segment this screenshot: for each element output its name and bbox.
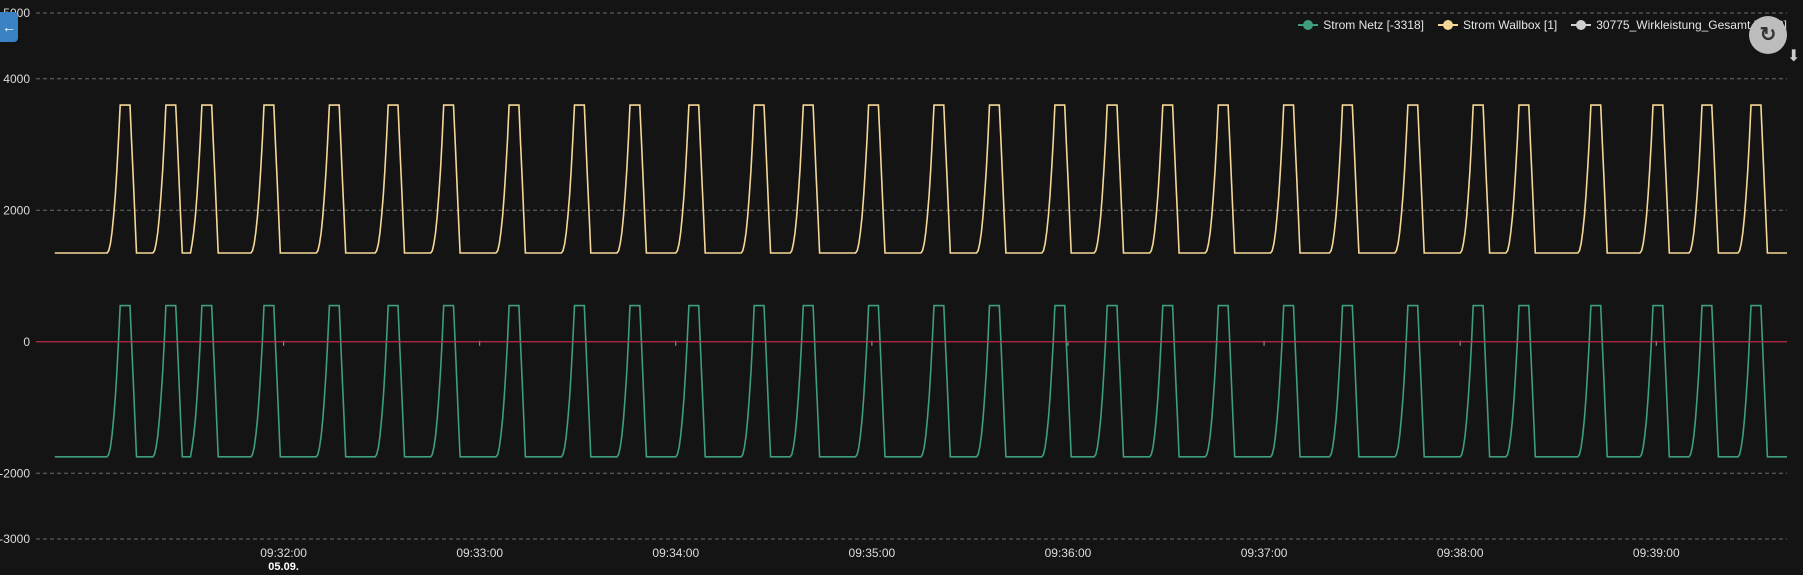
x-tick-label: 09:32:00 [260,546,307,560]
y-tick-label: 2000 [3,203,30,217]
legend-item[interactable]: Strom Wallbox [1] [1437,18,1558,32]
x-tick-label: 09:36:00 [1045,546,1092,560]
back-icon[interactable]: ← [0,12,18,42]
legend-label: Strom Wallbox [1] [1462,18,1558,32]
download-icon[interactable]: ⬇ [1787,46,1803,66]
y-tick-label: 0 [23,335,30,349]
y-tick-label: 4000 [3,72,30,86]
x-tick-label: 09:38:00 [1437,546,1484,560]
y-tick-label: -2000 [0,466,30,480]
legend-swatch [1571,20,1592,30]
chart-canvas: -3000-2000020004000500009:32:0009:33:000… [0,6,1787,573]
x-tick-label: 09:33:00 [456,546,503,560]
legend-label: Strom Netz [-3318] [1323,18,1424,32]
x-tick-label: 09:37:00 [1241,546,1288,560]
legend-swatch [1437,20,1458,30]
x-tick-label: 09:35:00 [849,546,896,560]
series-line-1 [54,304,1787,458]
x-date-label: 05.09. [268,561,299,573]
series-line-2 [54,104,1787,254]
legend-item[interactable]: Strom Netz [-3318] [1298,18,1424,32]
x-tick-label: 09:34:00 [652,546,699,560]
legend: Strom Netz [-3318] Strom Wallbox [1] 30775… [1298,18,1787,32]
legend-swatch [1298,20,1319,30]
y-tick-label: -3000 [0,532,30,546]
refresh-icon[interactable]: ↻ [1749,16,1787,54]
x-tick-label: 09:39:00 [1633,546,1680,560]
